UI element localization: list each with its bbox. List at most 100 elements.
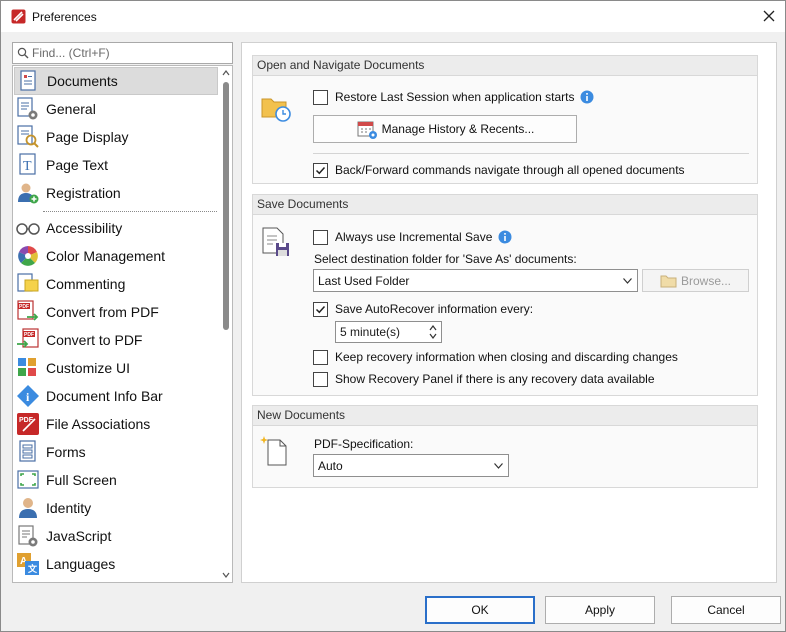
incremental-save-label: Always use Incremental Save: [335, 230, 493, 244]
nav-item-page-text[interactable]: T Page Text: [14, 151, 218, 179]
svg-text:文: 文: [27, 563, 38, 574]
nav-item-customize-ui[interactable]: Customize UI: [14, 354, 218, 382]
documents-icon: [20, 70, 36, 91]
restore-session-label: Restore Last Session when application st…: [335, 90, 575, 104]
list-scrollbar[interactable]: [219, 66, 232, 582]
nav-item-registration[interactable]: Registration: [14, 179, 218, 207]
ok-button[interactable]: OK: [425, 596, 535, 624]
search-box[interactable]: [12, 42, 233, 64]
close-button[interactable]: [755, 5, 783, 27]
folder-icon: [660, 275, 677, 287]
nav-item-commenting[interactable]: Commenting: [14, 270, 218, 298]
preferences-dialog: Preferences Documents: [0, 0, 786, 632]
apply-button[interactable]: Apply: [545, 596, 655, 624]
pdf-spec-label: PDF-Specification:: [314, 437, 414, 451]
incremental-save-checkbox-row[interactable]: Always use Incremental Save: [313, 228, 512, 246]
chevron-down-icon: [623, 278, 632, 284]
manage-history-label: Manage History & Recents...: [381, 122, 535, 136]
convert-to-pdf-icon: PDF: [17, 328, 39, 348]
nav-item-forms[interactable]: Forms: [14, 438, 218, 466]
pdf-spec-value: Auto: [318, 458, 343, 473]
keep-recovery-checkbox-row[interactable]: Keep recovery information when closing a…: [313, 348, 678, 366]
back-forward-checkbox[interactable]: [313, 162, 328, 178]
svg-text:T: T: [23, 159, 32, 174]
nav-item-full-screen[interactable]: Full Screen: [14, 466, 218, 494]
ok-label: OK: [471, 603, 489, 617]
show-recovery-checkbox-row[interactable]: Show Recovery Panel if there is any reco…: [313, 370, 655, 388]
title-bar: Preferences: [1, 1, 785, 32]
back-forward-label: Back/Forward commands navigate through a…: [335, 163, 685, 177]
browse-button[interactable]: Browse...: [642, 269, 749, 292]
nav-item-convert-to-pdf[interactable]: PDF Convert to PDF: [14, 326, 218, 354]
nav-item-general[interactable]: General: [14, 95, 218, 123]
group-open-navigate: Open and Navigate Documents Restore Last…: [252, 55, 758, 184]
svg-text:PDF: PDF: [24, 332, 34, 338]
group-divider: [313, 153, 749, 154]
dest-folder-select[interactable]: Last Used Folder: [313, 269, 638, 292]
keep-recovery-checkbox[interactable]: [313, 349, 328, 365]
autorecover-checkbox[interactable]: [313, 301, 328, 317]
group-header: New Documents: [253, 406, 757, 426]
search-icon: [17, 47, 29, 59]
incremental-save-checkbox[interactable]: [313, 229, 328, 245]
pdf-spec-select[interactable]: Auto: [313, 454, 509, 477]
dest-folder-label: Select destination folder for 'Save As' …: [314, 252, 577, 266]
keep-recovery-label: Keep recovery information when closing a…: [335, 350, 678, 364]
save-document-icon: [262, 227, 289, 256]
restore-session-checkbox[interactable]: [313, 89, 328, 105]
folder-clock-icon: [261, 98, 291, 122]
forms-icon: [19, 440, 36, 462]
info-icon[interactable]: [580, 90, 594, 104]
accessibility-icon: [16, 223, 40, 235]
cancel-button[interactable]: Cancel: [671, 596, 781, 624]
scroll-down-icon[interactable]: [222, 571, 230, 579]
group-new-documents: New Documents PDF-Specification: Auto: [252, 405, 758, 488]
apply-label: Apply: [584, 603, 616, 617]
nav-item-convert-from-pdf[interactable]: PDF Convert from PDF: [14, 298, 218, 326]
app-logo-icon: [11, 9, 26, 24]
stepper-arrows-icon[interactable]: [427, 323, 439, 341]
autorecover-label: Save AutoRecover information every:: [335, 302, 534, 316]
search-input[interactable]: [32, 45, 227, 61]
chevron-down-icon: [494, 463, 503, 469]
color-management-icon: [18, 246, 38, 266]
nav-item-document-info-bar[interactable]: i Document Info Bar: [14, 382, 218, 410]
autorecover-interval-value: 5 minute(s): [340, 325, 401, 339]
scroll-thumb[interactable]: [223, 82, 229, 330]
restore-session-checkbox-row[interactable]: Restore Last Session when application st…: [313, 88, 594, 106]
dest-folder-value: Last Used Folder: [318, 273, 410, 288]
group-save-documents: Save Documents Always use Incremental Sa…: [252, 194, 758, 396]
show-recovery-checkbox[interactable]: [313, 371, 328, 387]
svg-text:PDF: PDF: [19, 304, 29, 310]
group-header: Save Documents: [253, 195, 757, 215]
nav-item-languages[interactable]: A 文 Languages: [14, 550, 218, 578]
file-associations-icon: PDF: [17, 413, 39, 435]
group-header: Open and Navigate Documents: [253, 56, 757, 76]
close-icon: [763, 10, 775, 22]
document-info-bar-icon: i: [17, 385, 39, 407]
category-list: Documents General Page Display T Page Te…: [12, 65, 233, 583]
page-text-icon: T: [19, 153, 36, 175]
new-document-icon: [260, 436, 287, 466]
autorecover-checkbox-row[interactable]: Save AutoRecover information every:: [313, 300, 533, 318]
browse-label: Browse...: [680, 273, 731, 288]
convert-from-pdf-icon: PDF: [17, 300, 39, 321]
nav-item-documents[interactable]: Documents: [14, 67, 218, 95]
calendar-gear-icon: [357, 121, 377, 139]
autorecover-interval-stepper[interactable]: 5 minute(s): [335, 321, 442, 343]
nav-item-color-management[interactable]: Color Management: [14, 242, 218, 270]
manage-history-button[interactable]: Manage History & Recents...: [313, 115, 577, 143]
nav-item-page-display[interactable]: Page Display: [14, 123, 218, 151]
identity-icon: [19, 498, 37, 518]
nav-item-javascript[interactable]: JavaScript: [14, 522, 218, 550]
back-forward-checkbox-row[interactable]: Back/Forward commands navigate through a…: [313, 161, 685, 179]
nav-item-accessibility[interactable]: Accessibility: [14, 214, 218, 242]
list-separator: [43, 211, 217, 212]
languages-icon: A 文: [17, 553, 39, 575]
show-recovery-label: Show Recovery Panel if there is any reco…: [335, 372, 655, 386]
nav-item-file-associations[interactable]: PDF File Associations: [14, 410, 218, 438]
info-icon[interactable]: [498, 230, 512, 244]
scroll-up-icon[interactable]: [222, 69, 230, 77]
nav-item-identity[interactable]: Identity: [14, 494, 218, 522]
window-title: Preferences: [32, 10, 97, 24]
